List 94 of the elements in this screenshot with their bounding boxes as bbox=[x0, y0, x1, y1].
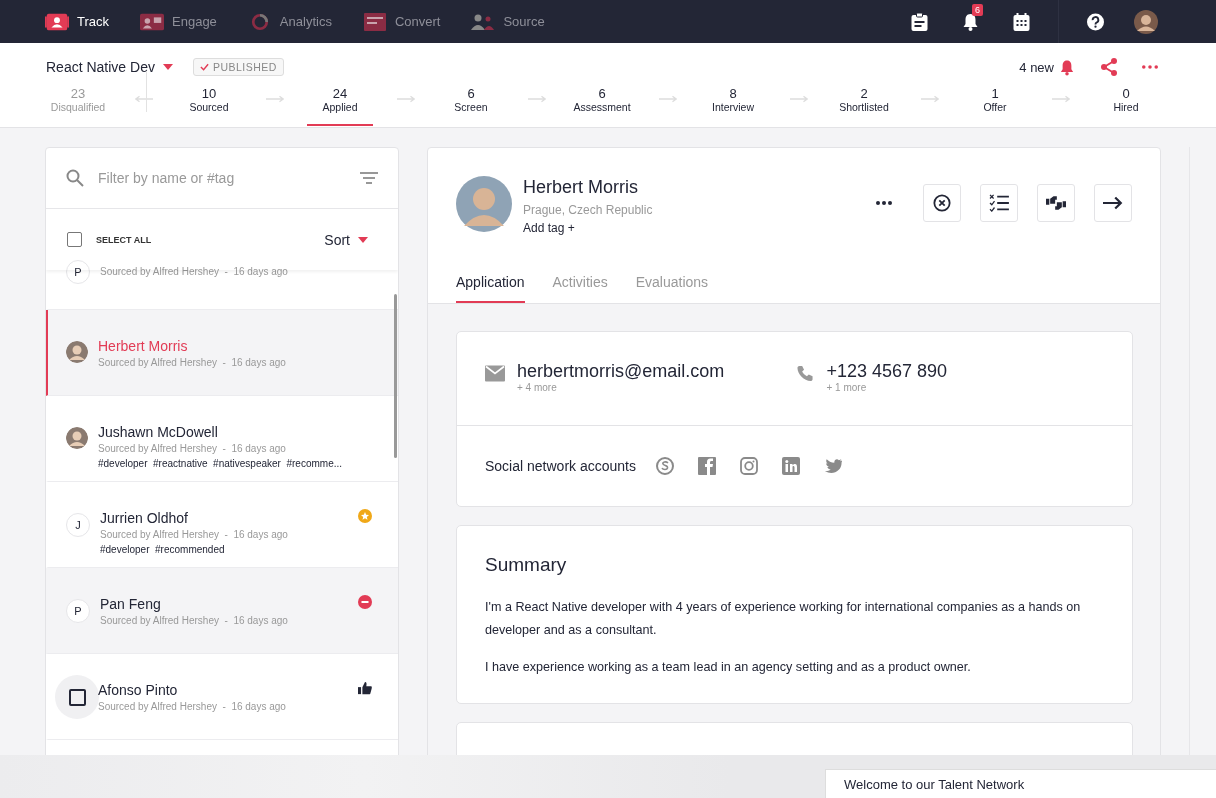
right-arrow-icon bbox=[920, 95, 939, 103]
summary-paragraph: I'm a React Native developer with 4 years of experience working for international companies as a hands on developer and as a consultant. bbox=[485, 599, 1082, 639]
pipeline-stage-tab[interactable]: 10 Sourced bbox=[159, 84, 259, 126]
candidate-name: Jurrien Oldhof bbox=[100, 509, 189, 527]
right-arrow-icon bbox=[789, 95, 808, 103]
move-forward-button[interactable] bbox=[1094, 184, 1132, 222]
help-icon[interactable] bbox=[1087, 12, 1104, 31]
checkbox[interactable] bbox=[68, 688, 86, 706]
share-icon[interactable] bbox=[1100, 58, 1118, 76]
pipeline-stage-tab[interactable]: 2 Shortlisted bbox=[814, 84, 914, 126]
phone-number: +123 4567 890 bbox=[826, 361, 948, 382]
avatar-initial: P bbox=[66, 599, 90, 623]
candidate-location: Prague, Czech Republic bbox=[523, 203, 653, 217]
avatar-silhouette-icon bbox=[456, 176, 512, 232]
bird-icon[interactable] bbox=[823, 457, 842, 475]
avatar-initial: J bbox=[66, 513, 90, 537]
candidate-row[interactable]: Herbert Morris Sourced by Alfred Hershey - 16 days ago bbox=[46, 310, 398, 396]
checklist-button[interactable] bbox=[980, 184, 1018, 222]
calendar-icon[interactable] bbox=[1013, 12, 1030, 31]
pipeline-stage-tab[interactable]: 1 Offer bbox=[945, 84, 1045, 126]
thumbs-icon bbox=[1046, 194, 1066, 212]
close-circle-icon bbox=[932, 194, 952, 212]
candidate-name-heading: Herbert Morris bbox=[523, 177, 639, 198]
right-arrow-icon bbox=[1103, 194, 1123, 212]
welcome-message: Welcome to our Talent Network bbox=[844, 776, 1025, 792]
right-arrow-icon bbox=[1051, 95, 1070, 103]
avatar-silhouette-icon bbox=[66, 427, 88, 449]
right-arrow-icon bbox=[527, 95, 546, 103]
pipeline-stage-tab[interactable]: 8 Interview bbox=[683, 84, 783, 126]
candidate-source: Sourced by Alfred Hershey - 16 days ago bbox=[98, 701, 287, 712]
candidate-row[interactable]: Afonso Pinto Sourced by Alfred Hershey - 16 days ago bbox=[46, 654, 398, 740]
person-card-icon bbox=[45, 12, 69, 31]
instagram-icon[interactable] bbox=[739, 457, 758, 475]
right-arrow-icon bbox=[265, 95, 284, 103]
more-icon[interactable] bbox=[876, 201, 892, 205]
summary-paragraph: I have experience working as a team lead in an agency setting and as a product owner. bbox=[485, 659, 972, 676]
form-icon bbox=[362, 12, 387, 31]
notification-bell-icon[interactable] bbox=[962, 12, 979, 31]
thumbs-up-icon bbox=[358, 681, 372, 695]
skype-icon[interactable] bbox=[655, 457, 674, 475]
avatar-silhouette-icon bbox=[66, 341, 88, 363]
caret-icon bbox=[358, 236, 368, 243]
sort-dropdown[interactable]: Sort bbox=[324, 231, 368, 248]
evaluate-button[interactable] bbox=[1037, 184, 1075, 222]
filter-icon[interactable] bbox=[360, 172, 378, 184]
candidate-name: Afonso Pinto bbox=[98, 681, 179, 699]
candidate-name: Jushawn McDowell bbox=[98, 423, 219, 441]
pipeline-stage-tab[interactable]: 6 Screen bbox=[421, 84, 521, 126]
published-badge: PUBLISHED bbox=[192, 58, 284, 76]
mail-icon bbox=[485, 365, 505, 382]
right-arrow-icon bbox=[658, 95, 677, 103]
caret-icon bbox=[162, 64, 173, 70]
nav-tab[interactable]: Track bbox=[45, 12, 110, 31]
facebook-icon[interactable] bbox=[697, 457, 716, 475]
pipeline-stage-tab[interactable]: 24 Applied bbox=[307, 84, 373, 126]
minus-circle-icon bbox=[358, 595, 372, 609]
candidate-source: Sourced by Alfred Hershey - 16 days ago bbox=[98, 357, 287, 368]
candidate-tags: #developer #reactnative #nativespeaker #recomme... bbox=[98, 458, 372, 469]
candidate-tags: #developer #recommended bbox=[100, 544, 348, 555]
candidate-source: Sourced by Alfred Hershey - 16 days ago bbox=[98, 443, 287, 454]
select-all-checkbox[interactable] bbox=[67, 232, 82, 247]
nav-tab[interactable]: Source bbox=[471, 12, 545, 31]
notification-count-badge: 6 bbox=[972, 3, 983, 16]
nav-tab[interactable]: Engage bbox=[140, 12, 217, 31]
email-address: herbertmorris@email.com bbox=[517, 361, 725, 382]
search-icon bbox=[66, 169, 84, 187]
user-avatar-icon[interactable] bbox=[1134, 9, 1158, 34]
linkedin-icon[interactable] bbox=[781, 457, 800, 475]
checklist-icon bbox=[989, 194, 1009, 212]
candidate-source: Sourced by Alfred Hershey - 16 days ago bbox=[100, 615, 289, 626]
avatar-initial: P bbox=[66, 260, 90, 284]
people-icon bbox=[471, 12, 496, 31]
candidate-row[interactable]: P Pan Feng Sourced by Alfred Hershey - 16 days ago bbox=[46, 568, 398, 654]
select-all-label: SELECT ALL bbox=[96, 234, 152, 245]
new-count-link[interactable]: 4 new bbox=[1019, 59, 1054, 75]
disqualify-button[interactable] bbox=[923, 184, 961, 222]
pipeline-stage-tab[interactable]: 0 Hired bbox=[1076, 84, 1176, 126]
candidate-source: Sourced by Alfred Hershey - 16 days ago bbox=[100, 266, 289, 277]
social-accounts-label: Social network accounts bbox=[485, 458, 636, 474]
check-icon bbox=[199, 63, 209, 71]
candidate-name: Pan Feng bbox=[100, 595, 162, 613]
pipeline-stage-tab[interactable]: 6 Assessment bbox=[552, 84, 652, 126]
summary-heading: Summary bbox=[485, 554, 568, 576]
contact-card-icon bbox=[140, 12, 165, 31]
nav-tab[interactable]: Convert bbox=[362, 12, 441, 31]
clipboard-icon[interactable] bbox=[911, 12, 928, 31]
candidate-name: Herbert Morris bbox=[98, 337, 189, 355]
job-title-dropdown[interactable]: React Native Dev bbox=[46, 59, 173, 75]
right-arrow-icon bbox=[396, 95, 415, 103]
bell-icon[interactable] bbox=[1060, 58, 1074, 76]
nav-tab[interactable]: Analytics bbox=[247, 12, 332, 31]
star-icon bbox=[358, 509, 372, 523]
candidate-source: Sourced by Alfred Hershey - 16 days ago bbox=[100, 529, 289, 540]
add-tag-link[interactable]: Add tag + bbox=[523, 221, 653, 235]
